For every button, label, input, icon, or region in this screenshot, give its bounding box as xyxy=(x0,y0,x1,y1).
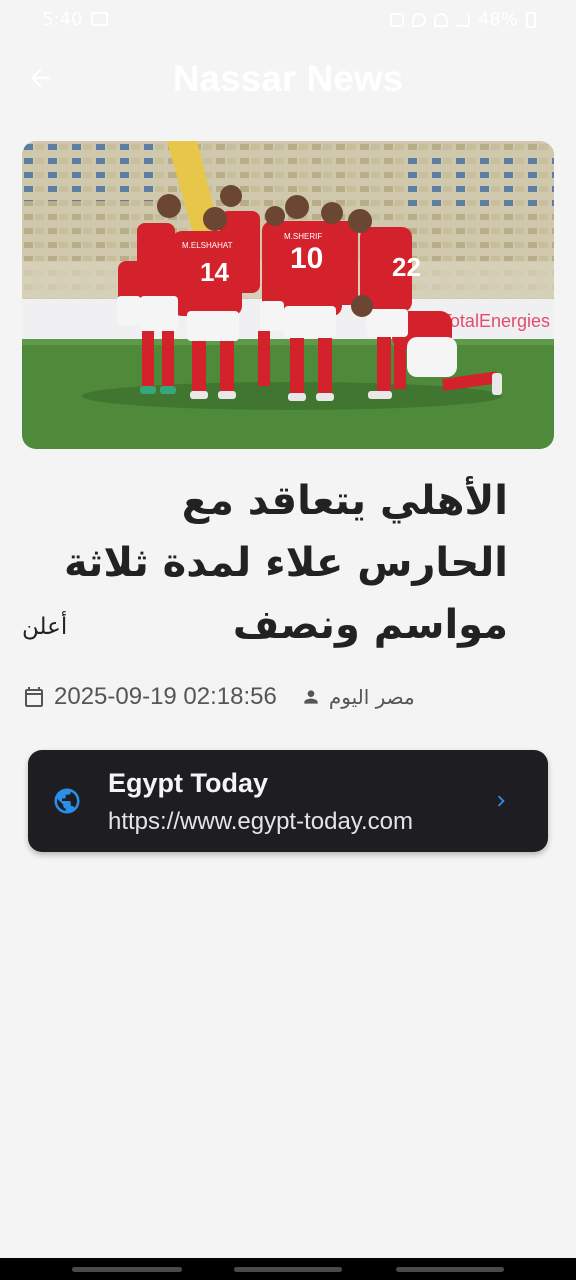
system-nav-bar xyxy=(0,1258,576,1280)
status-icons: 48% xyxy=(389,9,536,30)
shirt-number-22: 22 xyxy=(392,252,421,282)
battery-percentage: 48% xyxy=(477,9,518,30)
gallery-icon xyxy=(91,12,108,26)
article-summary: أعلن xyxy=(22,614,68,640)
article-author[interactable]: مصر اليوم xyxy=(329,685,415,709)
nav-back-button[interactable] xyxy=(396,1267,504,1272)
app-bar: Nassar News xyxy=(0,40,576,120)
article-meta: 2025-09-19 02:18:56 مصر اليوم xyxy=(22,680,415,714)
globe-icon xyxy=(54,788,80,814)
chevron-right-icon xyxy=(497,795,505,807)
team-huddle-photo: TotalEnergies 14 10 22 M.ELSHAHAT M.SHER… xyxy=(22,141,554,449)
battery-icon xyxy=(526,11,536,28)
shirt-number-10: 10 xyxy=(290,242,323,275)
nav-recents-button[interactable] xyxy=(72,1267,182,1272)
source-url: https://www.egypt-today.com xyxy=(108,808,414,835)
sponsor-text: TotalEnergies xyxy=(441,311,550,331)
vpn-key-icon xyxy=(389,12,404,27)
article-image: TotalEnergies 14 10 22 M.ELSHAHAT M.SHER… xyxy=(22,141,554,449)
person-icon xyxy=(304,690,318,704)
nav-home-button[interactable] xyxy=(234,1267,342,1272)
status-bar: 5:40 48% xyxy=(0,0,576,40)
jersey-name-1: M.ELSHAHAT xyxy=(182,241,233,250)
location-icon xyxy=(411,12,426,27)
wifi-icon xyxy=(433,12,448,27)
calendar-icon xyxy=(25,687,43,707)
signal-icon xyxy=(455,12,470,27)
jersey-name-2: M.SHERIF xyxy=(284,232,322,241)
source-name: Egypt Today xyxy=(108,768,269,798)
source-card[interactable]: Egypt Today https://www.egypt-today.com xyxy=(28,750,548,852)
status-time: 5:40 xyxy=(42,9,83,30)
article-date: 2025-09-19 02:18:56 xyxy=(54,683,277,710)
app-title: Nassar News xyxy=(172,58,404,99)
article-headline: الأهلي يتعاقد مع الحارس علاء لمدة ثلاثة … xyxy=(64,478,508,648)
shirt-number-14: 14 xyxy=(200,257,229,287)
